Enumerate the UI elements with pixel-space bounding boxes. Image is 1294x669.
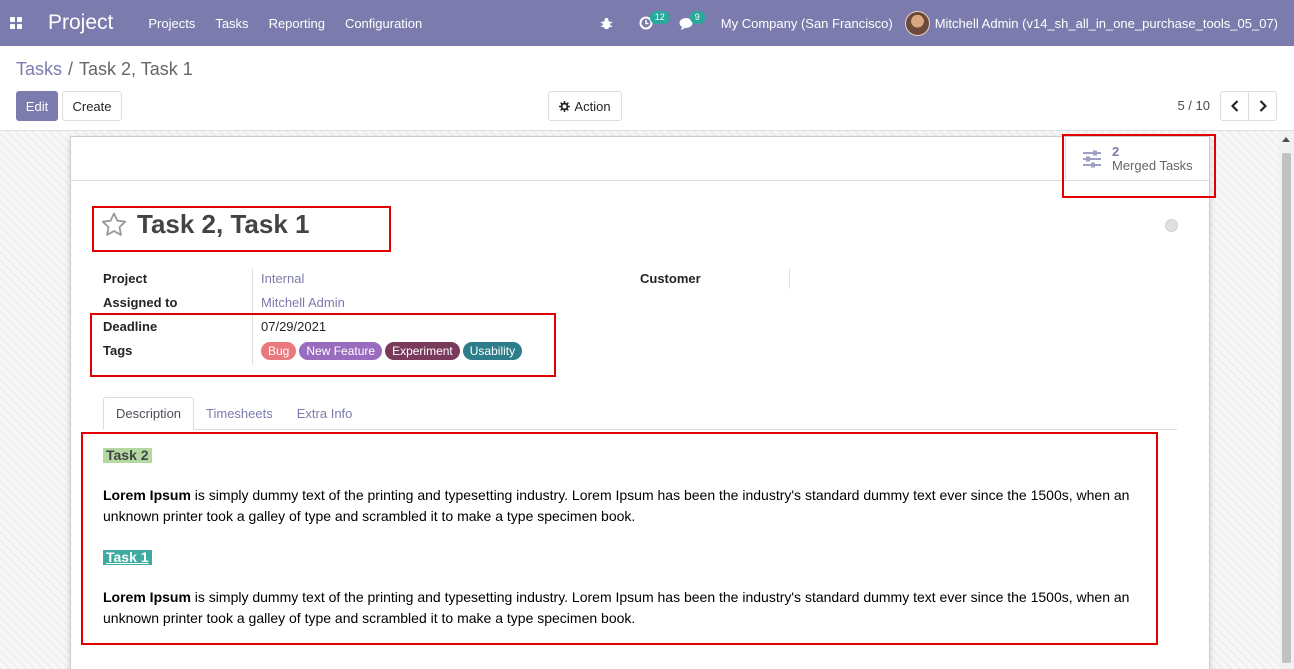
deadline-field[interactable]: 07/29/2021 [261,319,326,334]
button-box: 2 Merged Tasks [71,137,1209,181]
tag-usability[interactable]: Usability [462,342,523,360]
merged-tasks-button[interactable]: 2 Merged Tasks [1065,137,1207,181]
app-name[interactable]: Project [48,11,113,35]
task-1-heading: Task 1 [103,550,152,565]
user-name: Mitchell Admin (v14_sh_all_in_one_purcha… [934,15,1278,31]
action-button[interactable]: Action [548,91,622,121]
field-divider [252,269,253,365]
tag-experiment[interactable]: Experiment [385,342,460,360]
tags-label: Tags [103,343,133,358]
description-editor[interactable]: Task 2 Lorem Ipsum is simply dummy text … [103,445,1143,649]
star-priority-icon[interactable] [101,212,127,237]
top-navbar: Project Projects Tasks Reporting Configu… [0,0,1294,46]
tab-extra-info[interactable]: Extra Info [285,397,365,430]
breadcrumb-separator: / [68,59,74,79]
form-sheet: 2 Merged Tasks Task 2, Task 1 Project In… [70,136,1210,669]
tag-bug[interactable]: Bug [261,342,297,360]
vertical-scrollbar[interactable] [1279,131,1294,669]
apps-menu-icon[interactable] [0,0,32,46]
breadcrumb: Tasks / Task 2, Task 1 [16,59,193,80]
debug-bug-icon[interactable] [587,0,626,46]
merged-tasks-label: Merged Tasks [1112,158,1193,173]
breadcrumb-current: Task 2, Task 1 [79,59,193,79]
kanban-state-indicator[interactable] [1165,219,1178,232]
assigned-to-field[interactable]: Mitchell Admin [261,295,345,310]
scrollbar-thumb[interactable] [1282,153,1291,663]
notebook-tabs: Description Timesheets Extra Info [103,397,1177,430]
menu-tasks[interactable]: Tasks [205,16,258,31]
task-2-paragraph: Lorem Ipsum is simply dummy text of the … [103,485,1143,527]
menu-projects[interactable]: Projects [138,16,205,31]
tags-field[interactable]: Bug New Feature Experiment Usability [261,342,523,360]
assigned-to-label: Assigned to [103,295,178,310]
action-label: Action [574,98,611,114]
customer-label: Customer [640,271,701,286]
gear-icon [559,100,571,112]
task-2-heading: Task 2 [103,448,152,463]
task-2-bold: Lorem Ipsum [103,487,191,503]
task-1-paragraph: Lorem Ipsum is simply dummy text of the … [103,587,1143,629]
project-field[interactable]: Internal [261,271,304,286]
deadline-label: Deadline [103,319,158,334]
project-label: Project [103,271,148,286]
breadcrumb-tasks-link[interactable]: Tasks [16,59,62,79]
task-1-bold: Lorem Ipsum [103,589,191,605]
company-switcher[interactable]: My Company (San Francisco) [707,16,905,31]
edit-button[interactable]: Edit [16,91,58,121]
pager-previous-button[interactable] [1220,91,1249,121]
avatar [904,10,930,36]
title-row: Task 2, Task 1 [101,209,309,240]
tag-new-feature[interactable]: New Feature [299,342,383,360]
merged-tasks-count: 2 [1112,144,1120,159]
menu-reporting[interactable]: Reporting [259,16,335,31]
chevron-right-icon [1259,100,1267,112]
pager-value[interactable]: 5 / 10 [1177,98,1210,113]
user-menu[interactable]: Mitchell Admin (v14_sh_all_in_one_purcha… [904,10,1278,36]
task-2-text: is simply dummy text of the printing and… [103,487,1130,524]
pager-next-button[interactable] [1248,91,1277,121]
chevron-left-icon [1230,100,1238,112]
activity-clock-icon[interactable]: 12 [626,0,670,46]
tab-timesheets[interactable]: Timesheets [194,397,285,430]
customer-divider [789,269,790,289]
tab-description[interactable]: Description [103,397,195,430]
control-panel: Tasks / Task 2, Task 1 Edit Create Action … [0,46,1294,131]
scroll-up-arrow-icon[interactable] [1282,137,1290,142]
menu-configuration[interactable]: Configuration [335,16,432,31]
messages-chat-icon[interactable]: 9 [666,0,707,46]
task-title[interactable]: Task 2, Task 1 [137,209,309,240]
sliders-icon [1083,150,1101,168]
task-1-text: is simply dummy text of the printing and… [103,589,1130,626]
messages-count-badge: 9 [689,11,705,24]
create-button[interactable]: Create [62,91,122,121]
